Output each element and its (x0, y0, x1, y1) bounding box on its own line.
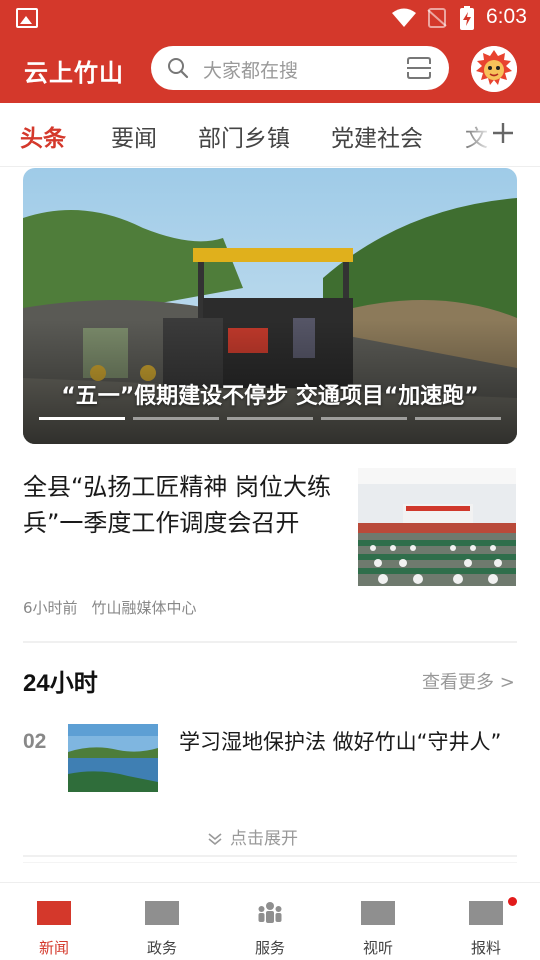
nav-news[interactable]: 新闻 (0, 883, 108, 960)
image-icon (16, 8, 38, 28)
nav-government-label: 政务 (146, 939, 177, 957)
app-brand-title: 云上竹山 (24, 59, 124, 87)
banner-caption: “五一”假期建设不停步 交通项目“加速跑” (61, 384, 479, 409)
nav-report[interactable]: 报料 (432, 883, 540, 960)
search-bar[interactable]: 大家都在搜 (151, 46, 449, 90)
report-icon (469, 901, 503, 925)
mascot-icon (471, 46, 517, 92)
section-24h-title: 24小时 (23, 670, 98, 697)
battery-icon (460, 6, 474, 30)
nav-news-label: 新闻 (38, 939, 69, 957)
government-icon (145, 901, 179, 925)
expand-button[interactable]: 点击展开 (206, 824, 298, 849)
divider (23, 862, 517, 863)
channel-tabs: 头条 要闻 部门乡镇 党建社会 文 (0, 103, 540, 167)
pagination-indicator (415, 417, 501, 420)
pagination-indicator (133, 417, 219, 420)
list-item-title[interactable]: 学习湿地保护法 做好竹山“守井人” (179, 729, 509, 755)
divider (23, 641, 517, 643)
nav-government[interactable]: 政务 (108, 883, 216, 960)
article-meta: 6小时前 竹山融媒体中心 (23, 597, 197, 618)
chevron-down-icon (208, 833, 222, 846)
nav-report-label: 报料 (470, 939, 501, 957)
tab-headlines[interactable]: 头条 (20, 119, 66, 153)
list-item-thumbnail[interactable] (68, 724, 158, 792)
news-icon (37, 901, 71, 925)
bottom-navigation: 新闻 政务 服务 视听 报料 (0, 882, 540, 960)
nav-audio-video-label: 视听 (362, 939, 393, 957)
view-more-link[interactable]: 查看更多 > (422, 668, 515, 694)
plus-icon[interactable] (492, 122, 514, 144)
divider (23, 855, 517, 857)
wifi-icon (392, 8, 416, 27)
scan-icon[interactable] (406, 56, 432, 80)
pagination-indicator (321, 417, 407, 420)
meeting-photo (358, 468, 516, 586)
pagination-indicator (227, 417, 313, 420)
article-time: 6小时前 (23, 599, 78, 617)
people-icon (258, 902, 282, 923)
tab-news[interactable]: 要闻 (111, 119, 157, 153)
search-icon (168, 58, 189, 79)
pagination-indicator (39, 417, 125, 420)
no-signal-icon (427, 8, 447, 28)
banner-carousel[interactable]: “五一”假期建设不停步 交通项目“加速跑” (23, 168, 517, 444)
banner-pagination (39, 417, 501, 421)
article-source: 竹山融媒体中心 (91, 599, 197, 617)
notification-badge (508, 897, 517, 906)
nav-services-label: 服务 (254, 939, 285, 957)
video-icon (361, 901, 395, 925)
article-thumbnail[interactable] (358, 468, 516, 586)
lake-photo (68, 724, 158, 792)
status-time: 6:03 (486, 5, 527, 28)
user-avatar[interactable] (471, 46, 517, 92)
status-bar: 6:03 (0, 0, 540, 36)
tab-party-society[interactable]: 党建社会 (331, 119, 423, 153)
search-placeholder: 大家都在搜 (203, 60, 299, 82)
nav-audio-video[interactable]: 视听 (324, 883, 432, 960)
list-item-rank: 02 (23, 730, 47, 753)
app-header: 6:03 云上竹山 大家都在搜 (0, 0, 540, 103)
tab-departments-towns[interactable]: 部门乡镇 (198, 119, 290, 153)
expand-label: 点击展开 (230, 829, 298, 849)
article-title[interactable]: 全县“弘扬工匠精神 岗位大练兵”一季度工作调度会召开 (23, 469, 338, 541)
nav-services[interactable]: 服务 (216, 883, 324, 960)
